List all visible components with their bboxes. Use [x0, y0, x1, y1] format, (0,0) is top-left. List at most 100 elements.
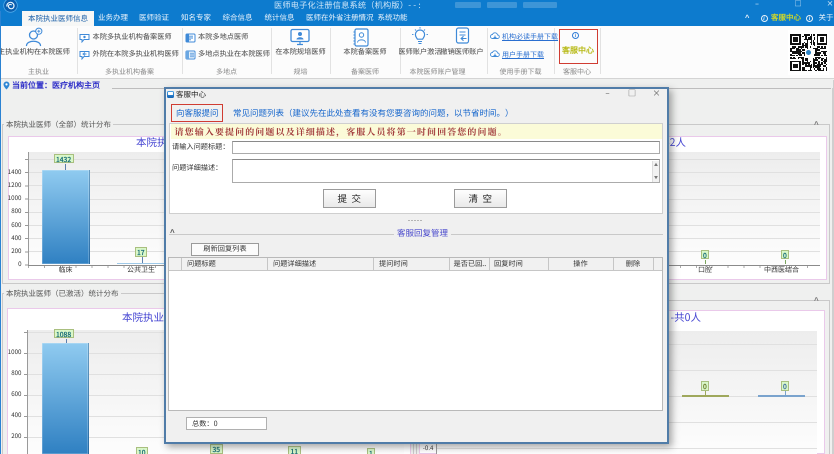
info-circle-icon: i — [806, 15, 813, 22]
question-desc-textarea[interactable]: ▲ ▼ — [232, 159, 660, 183]
chart1-label-connector — [142, 257, 143, 263]
scrollbar-up-arrow[interactable]: ▲ — [653, 162, 660, 168]
list-icon — [185, 33, 196, 43]
dialog-tab-faq-list[interactable]: 常见问题列表（建议先在此处查看有没有您要咨询的问题，以节省时间。） — [233, 109, 514, 118]
chart1-groupbox-border-left — [2, 124, 3, 284]
annotation-redbox-ask-service — [171, 104, 223, 122]
column-separator — [653, 258, 654, 271]
column-header-desc[interactable]: 问题详细描述 — [273, 261, 316, 268]
question-title-label: 请输入问题标题： — [172, 144, 230, 151]
chart1-collapse-caret[interactable]: ^ — [814, 121, 819, 129]
chart2-ytick: 1000 — [5, 349, 22, 355]
chart1-y-axis — [28, 152, 29, 265]
column-header-delete[interactable]: 删除 — [613, 261, 653, 268]
column-header-replied[interactable]: 是否已回.. — [454, 261, 487, 268]
chart3-collapse-caret[interactable]: ^ — [814, 297, 819, 305]
ribbon-item-guipei-yishi[interactable]: 在本院规培医师 — [271, 49, 330, 56]
chart1-ytick: 400 — [5, 235, 22, 241]
annotation-redbox-ribbon-service-center — [559, 29, 598, 64]
window-close-button[interactable]: × — [822, 1, 834, 8]
tab-yewu-banli[interactable]: 业务办理 — [98, 14, 128, 22]
link-jigou-manual-download[interactable]: 机构必读手册下载 — [502, 34, 558, 41]
ribbon-item-duodidian-zhiye[interactable]: 多地点执业在本院医师 — [198, 51, 270, 58]
bulb-icon — [412, 27, 428, 47]
chart3-groupbox-border-right — [829, 300, 830, 454]
link-user-manual-download[interactable]: 用户手册下载 — [502, 52, 544, 59]
list-alt-icon — [185, 50, 196, 60]
reply-section-collapse-caret[interactable]: ^ — [170, 229, 175, 237]
chart2-y-axis-ticks — [24, 332, 28, 454]
dialog-close-button[interactable]: × — [649, 90, 665, 98]
chart1-label-connector — [65, 164, 66, 170]
tab-yishi-yanzheng[interactable]: 医师验证 — [139, 14, 169, 22]
group-separator — [487, 28, 488, 74]
ribbon-item-zhuzhiye-jigou[interactable]: 主执业机构在本院医师 — [0, 49, 71, 56]
column-header-reply-time[interactable]: 回复时间 — [494, 261, 523, 268]
group-separator — [600, 28, 601, 74]
question-title-input[interactable] — [232, 141, 660, 154]
chart2-ytick: 800 — [5, 370, 22, 376]
chart2-label-connector — [66, 339, 67, 344]
window-title: 医师电子化注册信息系统（机构版）- - : — [274, 1, 421, 9]
scrollbar-down-arrow[interactable]: ▼ — [653, 175, 660, 181]
tab-waisheng-zhuce[interactable]: 医师在外省注册情况 — [306, 14, 366, 22]
ribbon-group-label-guipei: 规培 — [271, 69, 330, 76]
chart1-ytick: 0 — [5, 261, 22, 267]
chart2-ytick: 200 — [5, 433, 22, 439]
splitter-handle[interactable]: ····· — [385, 216, 445, 225]
column-header-title[interactable]: 问题标题 — [187, 261, 216, 268]
ribbon-item-benyuan-duodidian[interactable]: 本院多地点医师 — [198, 34, 248, 41]
tab-zonghe-xinxi[interactable]: 综合信息 — [222, 14, 253, 22]
column-header-ask-time[interactable]: 提问时间 — [379, 261, 408, 268]
qr-center-logo — [805, 49, 812, 56]
ribbon-item-beian-yishi[interactable]: 本院备案医师 — [330, 49, 400, 56]
chart1-ytick: 800 — [5, 208, 22, 214]
redacted-text-block — [523, 2, 557, 8]
ribbon-item-duozhiye-beian[interactable]: 本院多执业机构备案医师 — [93, 34, 172, 41]
window-left-edge — [0, 11, 1, 454]
window-minimize-button[interactable]: – — [749, 1, 765, 8]
ribbon-bottom-border — [0, 78, 834, 79]
chart1-groupbox-border-right — [829, 124, 830, 284]
dialog-title: 客服中心 — [176, 91, 206, 99]
ribbon-group-label-zhuzhiye: 主执业 — [0, 69, 77, 76]
dialog-form-panel: 请您输入要提问的问题以及详细描述，客服人员将第一时间回答您的问题。 请输入问题标… — [169, 123, 663, 215]
ribbon-item-waiyuan-duozhiye[interactable]: 外院在本院多执业机构医师 — [93, 51, 179, 58]
column-header-action[interactable]: 操作 — [548, 261, 613, 268]
info-circle-icon: i — [761, 15, 768, 22]
chart2-ytick: 400 — [5, 412, 22, 418]
chart3-value-label: 0 — [781, 381, 790, 391]
refresh-reply-list-button[interactable]: 刷新回复列表 — [191, 243, 259, 256]
dialog-minimize-button[interactable]: – — [600, 90, 616, 98]
chart1-value-label: 0 — [701, 250, 710, 260]
quicklink-about[interactable]: 关于 — [819, 14, 834, 22]
qr-code — [788, 30, 829, 75]
textarea-scrollbar[interactable]: ▲ ▼ — [652, 161, 659, 183]
ribbon-item-zhanghu-jihuo[interactable]: 医师账户激活 — [398, 49, 442, 56]
tab-xitong-gongneng[interactable]: 系统功能 — [377, 14, 408, 22]
dialog-maximize-button[interactable]: □ — [624, 90, 640, 98]
cloud-download-icon — [490, 32, 500, 40]
submit-button[interactable]: 提交 — [323, 189, 377, 208]
ribbon-item-chexiao-zhanghu[interactable]: 撤销医师账户 — [440, 49, 484, 56]
quicklink-service-center[interactable]: 客服中心 — [771, 14, 801, 22]
clear-button[interactable]: 清空 — [454, 189, 508, 208]
ribbon-collapse-caret[interactable]: ^ — [745, 14, 749, 22]
total-count-box: 总数：0 — [186, 417, 267, 430]
ribbon-group-label-beian-yishi: 备案医师 — [330, 69, 400, 76]
chart2-ytick: 600 — [5, 391, 22, 397]
chart2-value-label: 35 — [210, 444, 223, 454]
tab-benyuan-zhiye-yishi-xinxi[interactable]: 本院执业医师信息 — [22, 11, 94, 26]
chart1-groupbox-label: 本院执业医师（全部）统计分布 — [4, 121, 113, 129]
ribbon-group-label-duozhiye-beian: 多执业机构备案 — [77, 69, 182, 76]
column-separator — [449, 258, 450, 271]
app-logo-icon — [3, 0, 18, 13]
tab-zhiming-zhuanjia[interactable]: 知名专家 — [181, 14, 211, 22]
window-maximize-button[interactable]: □ — [790, 1, 806, 8]
chart1-label-connector — [705, 260, 706, 265]
chart2-value-label: 1 — [367, 448, 376, 454]
chart1-value-label: 17 — [135, 247, 148, 257]
tab-tongji-xinxi[interactable]: 统计信息 — [264, 14, 295, 22]
dialog-service-center: 客服中心 – □ × 向客服提问 常见问题列表（建议先在此处查看有没有您要咨询的… — [164, 87, 670, 444]
chart1-value-label: 1432 — [54, 154, 74, 164]
